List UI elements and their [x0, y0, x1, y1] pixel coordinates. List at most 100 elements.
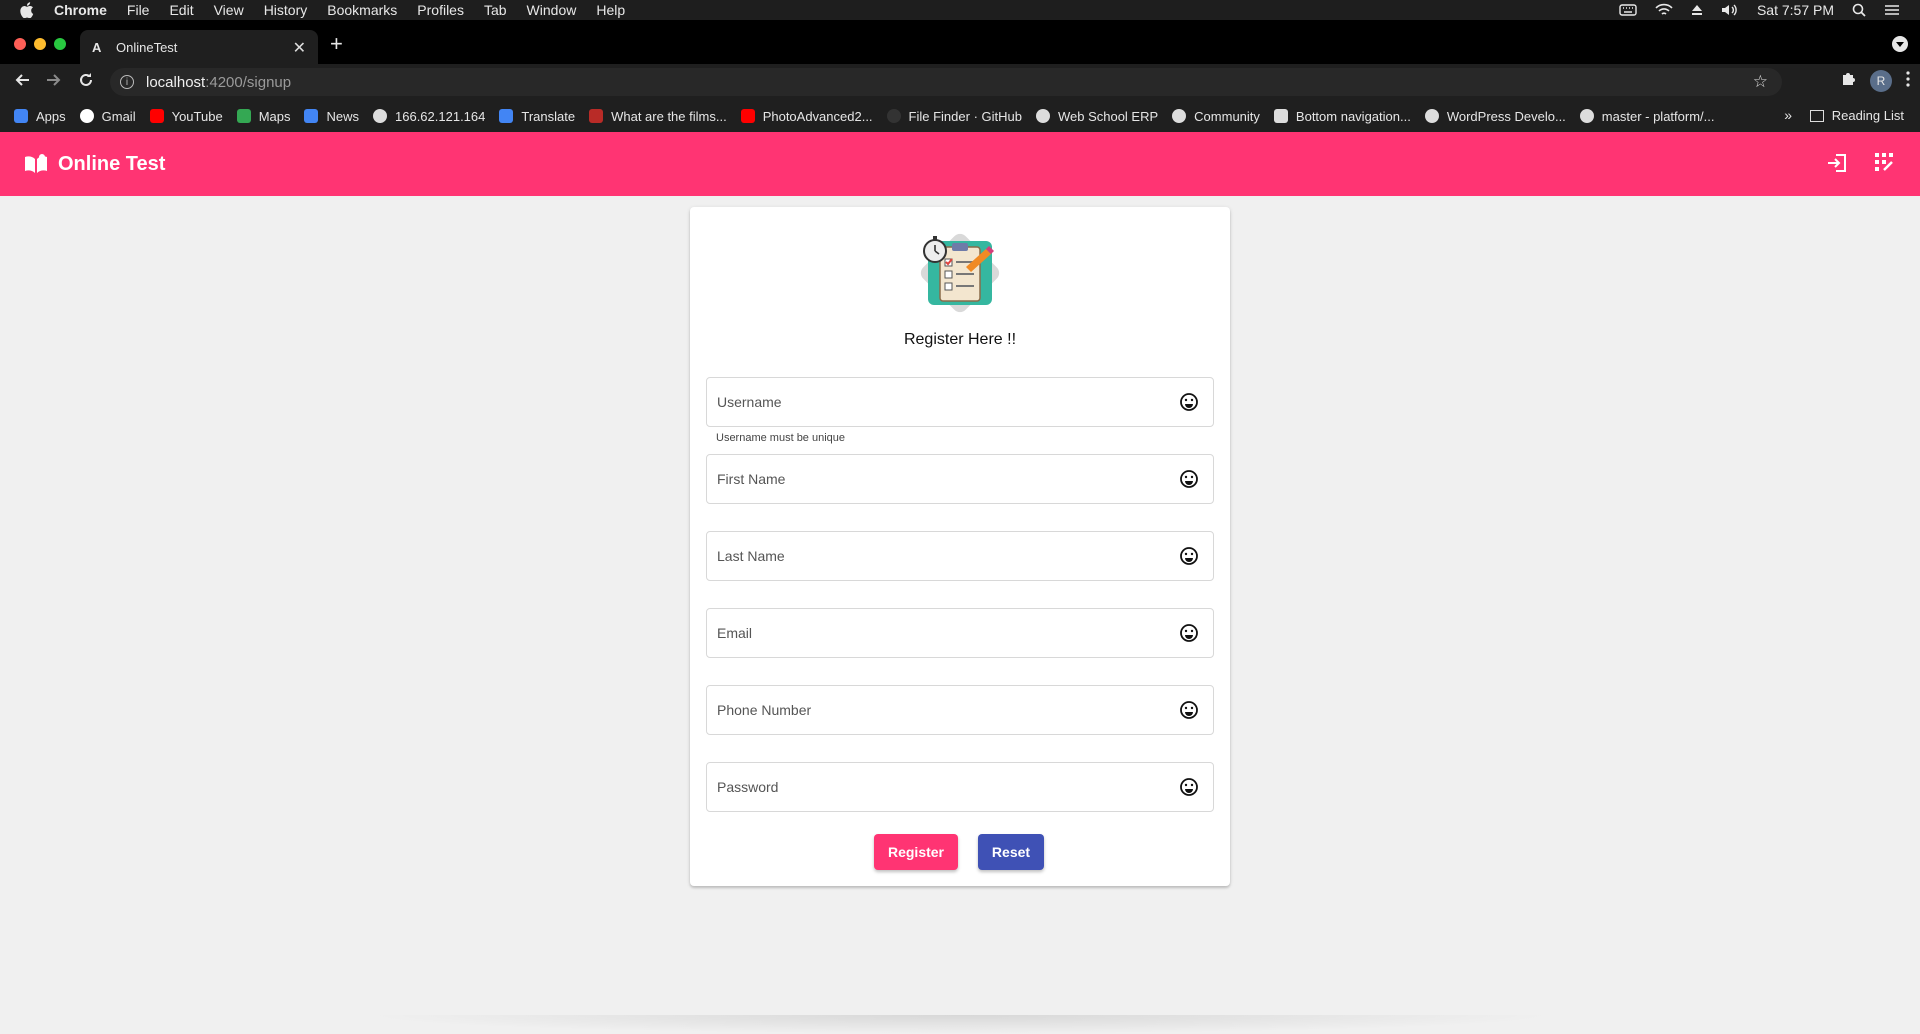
menu-file[interactable]: File [127, 0, 150, 20]
reading-list-icon [1809, 109, 1824, 122]
bookmark-item[interactable]: What are the films... [589, 109, 727, 124]
email-input[interactable] [707, 609, 1179, 657]
bookmark-item[interactable]: Community [1172, 109, 1260, 124]
bookmark-page-icon [1273, 109, 1288, 123]
quora-icon [589, 109, 604, 123]
password-field[interactable] [706, 762, 1214, 812]
youtube-icon [149, 109, 164, 123]
login-icon[interactable] [1826, 152, 1848, 179]
globe-icon [1579, 109, 1594, 123]
app-registration-icon[interactable] [1874, 152, 1894, 179]
browser-tab-active[interactable]: A OnlineTest ✕ [80, 30, 318, 64]
menu-tab[interactable]: Tab [484, 0, 507, 20]
github-icon [886, 109, 901, 123]
smiley-face-icon [1180, 701, 1198, 719]
first-name-input[interactable] [707, 455, 1179, 503]
first-name-field[interactable] [706, 454, 1214, 504]
bookmark-label: Web School ERP [1057, 108, 1159, 124]
username-input[interactable] [707, 378, 1179, 426]
tab-close-icon[interactable]: ✕ [293, 38, 306, 58]
smiley-face-icon [1180, 393, 1198, 411]
smiley-face-icon [1180, 470, 1198, 488]
bookmark-label: YouTube [171, 108, 223, 124]
extensions-puzzle-icon[interactable] [1840, 71, 1856, 92]
volume-icon[interactable] [1721, 3, 1739, 17]
bookmark-item[interactable]: News [304, 109, 359, 124]
email-field[interactable] [706, 608, 1214, 658]
bookmark-item[interactable]: Web School ERP [1035, 108, 1159, 124]
window-minimize-button[interactable] [34, 38, 46, 50]
bookmark-item[interactable]: Gmail [79, 108, 136, 124]
translate-icon [499, 109, 514, 123]
forward-arrow-icon[interactable] [46, 72, 62, 92]
menu-profiles[interactable]: Profiles [417, 0, 464, 20]
menu-help[interactable]: Help [596, 0, 625, 20]
control-center-icon[interactable] [1884, 4, 1900, 16]
site-info-icon[interactable]: i [120, 75, 134, 89]
spotlight-search-icon[interactable] [1852, 3, 1866, 17]
globe-icon [373, 109, 387, 123]
bookmark-label: Maps [258, 108, 291, 124]
register-button[interactable]: Register [874, 834, 958, 870]
bookmarks-bar: Apps Gmail YouTube Maps News 166.62.121.164 Tr… [0, 100, 1920, 132]
bookmark-label: Translate [521, 108, 576, 124]
new-tab-plus-icon[interactable]: + [330, 33, 343, 55]
book-reader-icon [24, 153, 48, 175]
reading-list-button[interactable]: Reading List [1809, 108, 1904, 123]
menu-app-name[interactable]: Chrome [54, 0, 107, 20]
bookmark-item[interactable]: WordPress Develo... [1424, 108, 1566, 124]
apple-icon[interactable] [20, 2, 36, 18]
bookmark-star-icon[interactable]: ☆ [1753, 72, 1768, 92]
browser-toolbar: i localhost:4200/signup ☆ R [0, 64, 1920, 100]
tab-title: OnlineTest [116, 39, 178, 55]
address-bar[interactable]: i localhost:4200/signup ☆ [110, 68, 1782, 96]
bookmark-item[interactable]: master - platform/... [1579, 109, 1715, 124]
reset-button[interactable]: Reset [978, 834, 1044, 870]
bookmark-item[interactable]: PhotoAdvanced2... [740, 109, 873, 124]
reload-icon[interactable] [78, 72, 94, 92]
bookmark-item[interactable]: Translate [499, 109, 575, 124]
phone-number-field[interactable] [706, 685, 1214, 735]
last-name-input[interactable] [707, 532, 1179, 580]
bookmark-label: File Finder · GitHub [908, 108, 1022, 124]
bookmarks-overflow-chevron-icon[interactable]: » [1784, 107, 1792, 123]
url-path: :4200/signup [205, 73, 292, 91]
phone-number-input[interactable] [707, 686, 1179, 734]
wordpress-icon [1424, 109, 1439, 123]
bookmark-label: News [326, 108, 359, 124]
bookmark-item[interactable]: Bottom navigation... [1273, 108, 1411, 124]
bookmark-item[interactable]: Maps [236, 108, 291, 124]
menu-edit[interactable]: Edit [169, 0, 193, 20]
eject-icon[interactable] [1691, 4, 1703, 16]
bookmark-label: WordPress Develo... [1446, 108, 1566, 124]
smiley-face-icon [1180, 624, 1198, 642]
bookmark-label: Bottom navigation... [1295, 108, 1411, 124]
chrome-menu-icon[interactable] [1906, 70, 1910, 92]
bookmark-item[interactable]: YouTube [149, 108, 223, 124]
wifi-icon[interactable] [1655, 3, 1673, 17]
bookmark-item[interactable]: Apps [14, 109, 66, 124]
tab-search-chevron-icon[interactable] [1892, 36, 1908, 52]
password-input[interactable] [707, 763, 1179, 811]
menu-view[interactable]: View [214, 0, 244, 20]
browser-tab-strip: A OnlineTest ✕ + [0, 20, 1920, 64]
last-name-field[interactable] [706, 531, 1214, 581]
bookmark-label: Gmail [101, 108, 136, 124]
page-bottom-shadow [360, 1015, 1560, 1034]
app-header: Online Test [0, 132, 1920, 196]
username-field[interactable] [706, 377, 1214, 427]
bookmark-item[interactable]: 166.62.121.164 [373, 109, 485, 124]
menu-history[interactable]: History [264, 0, 308, 20]
back-arrow-icon[interactable] [14, 72, 30, 92]
window-zoom-button[interactable] [54, 38, 66, 50]
profile-avatar[interactable]: R [1870, 70, 1892, 92]
menu-bookmarks[interactable]: Bookmarks [327, 0, 397, 20]
globe-icon [1035, 109, 1050, 123]
clock-text[interactable]: Sat 7:57 PM [1757, 2, 1834, 18]
window-close-button[interactable] [14, 38, 26, 50]
exam-checklist-illustration-icon [908, 221, 1012, 325]
menu-window[interactable]: Window [527, 0, 577, 20]
bookmark-item[interactable]: File Finder · GitHub [886, 108, 1022, 124]
keyboard-icon[interactable] [1619, 4, 1637, 16]
macos-menu-bar: Chrome File Edit View History Bookmarks … [0, 0, 1920, 20]
